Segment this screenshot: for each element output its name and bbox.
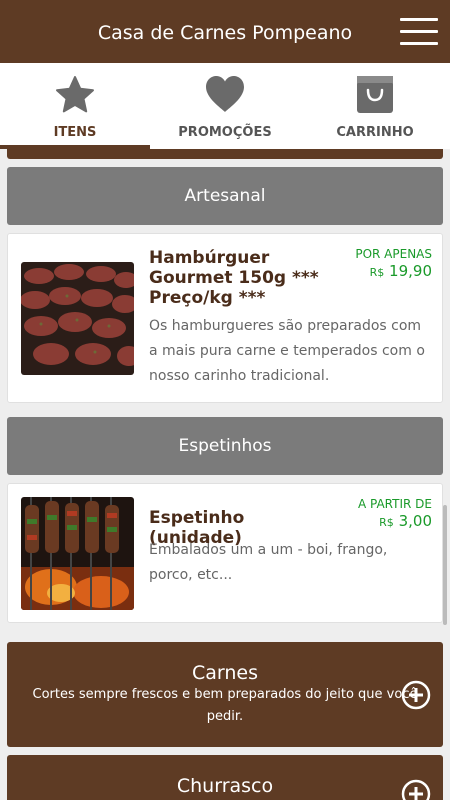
product-description: Embalados um a um - boi, frango, porco, … xyxy=(149,542,388,583)
product-name: Hambúrguer Gourmet 150g *** Preço/kg *** xyxy=(149,248,319,308)
section-header-artesanal[interactable]: Artesanal xyxy=(7,167,443,225)
items-list[interactable]: Artesanal Hambúrguer Gourmet 150g *** Pr… xyxy=(0,149,450,800)
product-price: R$ 19,90 xyxy=(370,262,432,280)
category-description: Cortes sempre frescos e bem preparados d… xyxy=(32,687,418,724)
category-churrasco[interactable]: Churrasco xyxy=(7,755,443,800)
product-card[interactable]: Espetinho (unidade) A PARTIR DE R$ 3,00 … xyxy=(7,483,443,623)
product-image xyxy=(21,497,134,610)
previous-category-edge xyxy=(7,149,443,159)
category-name: Carnes xyxy=(191,662,259,684)
plus-circle-icon[interactable] xyxy=(401,680,431,710)
tab-itens-label: ITENS xyxy=(53,125,97,140)
currency-symbol: R$ xyxy=(369,266,385,279)
app-header: Casa de Carnes Pompeano xyxy=(0,0,450,63)
product-description: Os hamburgueres são preparados com a mai… xyxy=(149,318,425,384)
price-label: POR APENAS xyxy=(355,247,432,261)
hamburger-menu-icon[interactable] xyxy=(400,18,438,46)
shopping-bag-icon xyxy=(357,76,393,113)
tab-promocoes[interactable]: PROMOÇÕES xyxy=(150,63,300,149)
star-icon xyxy=(56,76,94,113)
section-header-espetinhos[interactable]: Espetinhos xyxy=(7,417,443,475)
tab-itens[interactable]: ITENS xyxy=(0,63,150,149)
scrollbar[interactable] xyxy=(443,505,447,625)
category-name: Churrasco xyxy=(176,775,274,797)
plus-circle-icon[interactable] xyxy=(401,779,431,800)
product-card[interactable]: Hambúrguer Gourmet 150g *** Preço/kg ***… xyxy=(7,233,443,403)
app-title: Casa de Carnes Pompeano xyxy=(97,22,353,44)
product-image xyxy=(21,262,134,375)
tab-promocoes-label: PROMOÇÕES xyxy=(178,125,272,140)
price-value: 19,90 xyxy=(389,262,432,280)
price-label: A PARTIR DE xyxy=(357,497,432,511)
tab-bar: ITENS PROMOÇÕES CARRINHO xyxy=(0,63,450,149)
product-price: R$ 3,00 xyxy=(379,512,432,530)
tab-carrinho-label: CARRINHO xyxy=(336,125,414,140)
tab-carrinho[interactable]: CARRINHO xyxy=(300,63,450,149)
price-value: 3,00 xyxy=(398,512,432,530)
heart-icon xyxy=(206,76,244,112)
currency-symbol: R$ xyxy=(379,516,394,529)
category-carnes[interactable]: Carnes Cortes sempre frescos e bem prepa… xyxy=(7,642,443,747)
